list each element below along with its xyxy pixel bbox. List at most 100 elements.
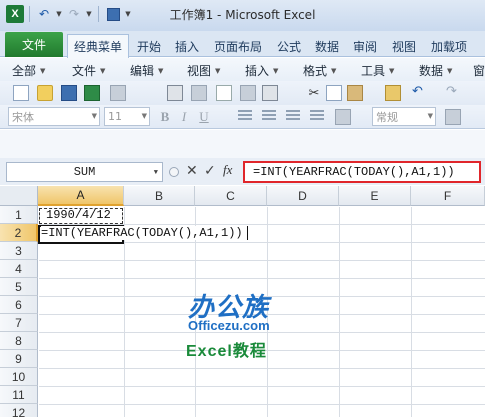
row-header[interactable]: 4 (0, 260, 38, 278)
chevron-down-icon: ▼ (153, 169, 158, 177)
save-icon[interactable] (61, 85, 77, 101)
menu-edit[interactable]: 编辑 ▼ (130, 62, 163, 79)
formula-bar: SUM ▼ ✕ ✓ fx =INT(YEARFRAC(TODAY(),A1,1)… (0, 158, 485, 185)
formatting-toolbar: 宋体 ▼ 11 ▼ B I U 常规 ▼ (0, 105, 485, 129)
gridline (39, 224, 485, 225)
new-document-icon[interactable] (13, 85, 29, 101)
watermark-url: Officezu.com (188, 318, 270, 333)
menu-window[interactable]: 窗 (473, 62, 485, 79)
cut-icon[interactable]: ✂ (306, 85, 322, 101)
chevron-down-icon: ▼ (215, 66, 221, 75)
chevron-down-icon: ▼ (273, 66, 279, 75)
row-header[interactable]: 1 (0, 206, 38, 224)
menu-tools[interactable]: 工具 ▼ (361, 62, 394, 79)
tab-data[interactable]: 数据 (310, 35, 344, 57)
column-header-f[interactable]: F (411, 186, 485, 206)
tab-insert[interactable]: 插入 (170, 35, 204, 57)
ribbon-bottom-area (0, 130, 485, 158)
align-left-icon[interactable] (238, 110, 252, 122)
open-folder-icon[interactable] (37, 85, 53, 101)
print-icon[interactable] (167, 85, 183, 101)
menu-view[interactable]: 视图 ▼ (187, 62, 220, 79)
row-header[interactable]: 10 (0, 368, 38, 386)
row-header[interactable]: 9 (0, 350, 38, 368)
formula-bar-grip[interactable] (169, 167, 179, 177)
gridline (39, 404, 485, 405)
menu-file[interactable]: 文件 ▼ (72, 62, 105, 79)
print-preview-icon[interactable] (191, 85, 207, 101)
font-name-select[interactable]: 宋体 ▼ (8, 107, 100, 126)
format-painter-icon[interactable] (262, 85, 278, 101)
tab-classic-menu[interactable]: 经典菜单 (67, 34, 129, 58)
percent-style-icon[interactable] (445, 109, 461, 125)
menu-insert[interactable]: 插入 ▼ (245, 62, 278, 79)
borders-icon[interactable] (335, 109, 351, 125)
italic-button[interactable]: I (176, 108, 192, 125)
chevron-down-icon: ▼ (40, 66, 46, 75)
cell-a2[interactable]: =INT(YEARFRAC(TODAY(),A1,1)) (41, 226, 248, 240)
row-header[interactable]: 5 (0, 278, 38, 296)
menu-format[interactable]: 格式 ▼ (303, 62, 336, 79)
gridline (39, 260, 485, 261)
menu-data-label: 数据 (419, 64, 444, 78)
merge-center-icon[interactable] (310, 110, 324, 122)
menu-data[interactable]: 数据 ▼ (419, 62, 452, 79)
redo-icon[interactable]: ↷ (446, 84, 457, 99)
tab-page-layout[interactable]: 页面布局 (209, 35, 267, 57)
tab-file[interactable]: 文件 (5, 32, 63, 57)
menu-edit-label: 编辑 (130, 64, 155, 78)
font-size-select[interactable]: 11 ▼ (104, 107, 150, 126)
paintbrush-icon[interactable] (385, 85, 401, 101)
undo-icon[interactable]: ↶ (412, 84, 423, 99)
tab-add-ins[interactable]: 加载项 (426, 35, 472, 57)
tab-view[interactable]: 视图 (387, 35, 421, 57)
menu-tools-label: 工具 (361, 64, 386, 78)
column-header-c[interactable]: C (195, 186, 267, 206)
copy-icon[interactable] (326, 85, 342, 101)
number-format-value: 常规 (376, 110, 398, 124)
chevron-down-icon: ▼ (331, 66, 337, 75)
bold-button[interactable]: B (157, 108, 173, 125)
ribbon-tabs: 文件 经典菜单 开始 插入 页面布局 公式 数据 审阅 视图 加载项 (0, 31, 485, 58)
tab-formulas[interactable]: 公式 (272, 35, 306, 57)
select-all-corner[interactable] (0, 186, 38, 206)
enter-formula-button[interactable]: ✓ (204, 163, 216, 179)
cancel-formula-button[interactable]: ✕ (186, 163, 198, 179)
chevron-down-icon: ▼ (158, 66, 164, 75)
name-box[interactable]: SUM ▼ (6, 162, 163, 182)
excel-file-icon[interactable] (84, 85, 100, 101)
chevron-down-icon: ▼ (91, 112, 97, 120)
row-header[interactable]: 6 (0, 296, 38, 314)
align-center-icon[interactable] (262, 110, 276, 122)
cell-a1[interactable]: 1990/4/12 (46, 208, 111, 222)
underline-button[interactable]: U (196, 108, 212, 125)
formula-input[interactable]: =INT(YEARFRAC(TODAY(),A1,1)) (243, 161, 481, 183)
insert-function-button[interactable]: fx (223, 162, 232, 178)
permission-icon[interactable] (110, 85, 126, 101)
chevron-down-icon: ▼ (447, 66, 453, 75)
spelling-check-icon[interactable] (216, 85, 232, 101)
chevron-down-icon: ▼ (141, 112, 147, 120)
column-header-d[interactable]: D (267, 186, 339, 206)
gridline (39, 242, 485, 243)
row-header[interactable]: 8 (0, 332, 38, 350)
align-right-icon[interactable] (286, 110, 300, 122)
research-icon[interactable] (240, 85, 256, 101)
paste-icon[interactable] (347, 85, 363, 101)
column-header-a[interactable]: A (38, 186, 124, 206)
row-header[interactable]: 12 (0, 404, 38, 417)
name-box-value: SUM (73, 165, 96, 179)
row-header[interactable]: 3 (0, 242, 38, 260)
chevron-down-icon: ▼ (427, 112, 433, 120)
column-header-b[interactable]: B (124, 186, 195, 206)
column-header-e[interactable]: E (339, 186, 411, 206)
row-header[interactable]: 7 (0, 314, 38, 332)
tab-home[interactable]: 开始 (132, 35, 166, 57)
window-title: 工作簿1 - Microsoft Excel (169, 8, 316, 22)
number-format-select[interactable]: 常规 ▼ (372, 107, 436, 126)
gridline (39, 368, 485, 369)
tab-review[interactable]: 审阅 (348, 35, 382, 57)
row-header[interactable]: 11 (0, 386, 38, 404)
row-header[interactable]: 2 (0, 224, 38, 242)
menu-all[interactable]: 全部 ▼ (12, 62, 45, 79)
